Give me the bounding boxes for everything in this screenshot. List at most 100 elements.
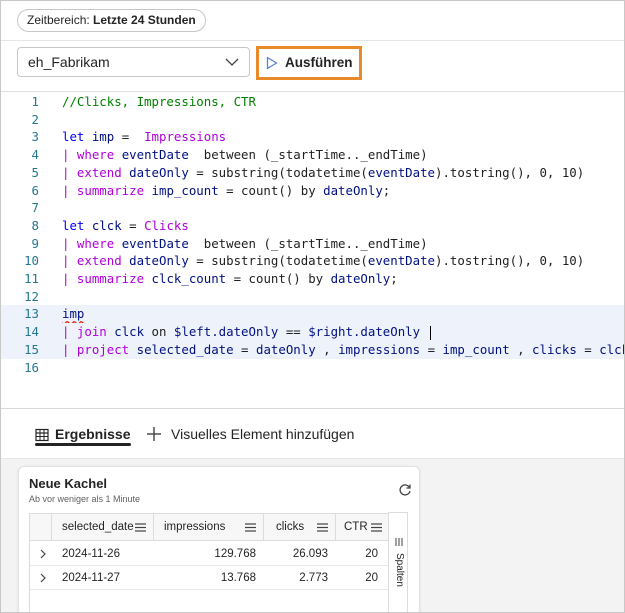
columns-icon bbox=[395, 538, 403, 546]
tile-subtitle: Ab vor weniger als 1 Minute bbox=[29, 494, 141, 504]
code-text: | summarize imp_count = count() by dateO… bbox=[62, 182, 390, 200]
code-token: Clicks bbox=[144, 217, 189, 233]
column-header-selected-date[interactable]: selected_date bbox=[52, 514, 154, 541]
code-token: = bbox=[233, 341, 256, 357]
table-row[interactable]: 2024-11-27 13.768 2.773 20 bbox=[30, 566, 388, 590]
code-line[interactable]: 8 let clck = Clicks bbox=[1, 217, 624, 235]
code-token: clck bbox=[91, 217, 122, 233]
code-text: let imp = Impressions bbox=[62, 128, 226, 146]
database-select[interactable]: eh_Fabrikam bbox=[17, 47, 250, 77]
column-header-ctr[interactable]: CTR bbox=[336, 514, 388, 541]
code-token: extend bbox=[76, 253, 130, 269]
code-token: = bbox=[420, 341, 443, 357]
code-token: eventDate bbox=[367, 253, 436, 269]
code-token: = bbox=[576, 341, 600, 357]
code-line[interactable]: 15 | project selected_date = dateOnly , i… bbox=[1, 340, 624, 359]
line-number: 6 bbox=[31, 182, 39, 198]
tab-results-label: Ergebnisse bbox=[55, 426, 131, 442]
code-token: clck_count bbox=[151, 271, 227, 286]
code-token: where bbox=[76, 235, 122, 251]
chevron-right-icon[interactable] bbox=[39, 573, 47, 583]
code-token: $right.dateOnly bbox=[308, 324, 421, 340]
column-header-label: CTR bbox=[344, 521, 368, 533]
code-token: join bbox=[76, 324, 115, 340]
line-number: 5 bbox=[31, 164, 39, 180]
table-row[interactable]: 2024-11-26 129.768 26.093 20 bbox=[30, 542, 388, 566]
grid-header-expander bbox=[30, 514, 52, 541]
code-text: imp bbox=[62, 305, 84, 323]
tab-add-visual-label: Visuelles Element hinzufügen bbox=[171, 426, 355, 442]
line-number: 2 bbox=[31, 111, 39, 127]
code-token: //Clicks, Impressions, CTR bbox=[62, 94, 256, 109]
code-token: extend bbox=[76, 164, 130, 180]
line-number: 4 bbox=[31, 147, 39, 163]
code-text: | where eventDate between (_startTime.._… bbox=[62, 146, 428, 164]
column-header-label: impressions bbox=[164, 521, 226, 533]
column-menu-icon[interactable] bbox=[245, 523, 256, 532]
code-line[interactable]: 5 | extend dateOnly = substring(todatetim… bbox=[1, 164, 624, 182]
column-menu-icon[interactable] bbox=[371, 523, 382, 532]
code-line[interactable]: 7 bbox=[1, 199, 624, 217]
code-token: , bbox=[315, 341, 339, 357]
results-header: Ergebnisse Visuelles Element hinzufügen bbox=[1, 411, 624, 459]
code-token: impressions bbox=[338, 341, 421, 357]
code-line[interactable]: 16 bbox=[1, 359, 624, 377]
code-line[interactable]: 14 | join clck on $left.dateOnly == $righ… bbox=[1, 323, 624, 342]
code-line[interactable]: 12 bbox=[1, 288, 624, 306]
code-text: | extend dateOnly = substring(todatetime… bbox=[62, 252, 584, 270]
code-line[interactable]: 4 | where eventDate between (_startTime..… bbox=[1, 146, 624, 164]
table-cell: 20 bbox=[365, 572, 378, 584]
table-cell: 13.768 bbox=[220, 572, 256, 584]
refresh-icon[interactable] bbox=[398, 483, 412, 497]
code-text: | summarize clck_count = count() by date… bbox=[62, 270, 398, 288]
table-cell: 26.093 bbox=[292, 548, 328, 560]
code-token: | bbox=[62, 147, 77, 163]
code-token: , bbox=[509, 341, 533, 357]
chevron-right-icon[interactable] bbox=[39, 549, 47, 559]
code-token: dateOnly bbox=[255, 341, 316, 357]
column-menu-icon[interactable] bbox=[135, 523, 146, 532]
time-range-pill[interactable]: Zeitbereich: Letzte 24 Stunden bbox=[17, 9, 206, 32]
table-cell: 129.768 bbox=[214, 548, 256, 560]
code-text: let clck = Clicks bbox=[62, 217, 189, 235]
code-token: $left.dateOnly bbox=[173, 324, 279, 340]
code-token: summarize bbox=[76, 182, 152, 198]
line-number: 7 bbox=[31, 200, 39, 216]
result-tile: Neue Kachel Ab vor weniger als 1 Minute … bbox=[18, 466, 420, 612]
code-line[interactable]: 10 | extend dateOnly = substring(todateti… bbox=[1, 252, 624, 270]
column-menu-icon[interactable] bbox=[317, 523, 328, 532]
code-line[interactable]: 3 let imp = Impressions bbox=[1, 128, 624, 146]
columns-panel-toggle[interactable]: Spalten bbox=[388, 512, 408, 612]
code-token: dateOnly bbox=[129, 253, 189, 269]
time-range-label: Zeitbereich: bbox=[27, 13, 94, 27]
time-range-bar: Zeitbereich: Letzte 24 Stunden bbox=[1, 1, 624, 41]
text-cursor bbox=[429, 325, 431, 340]
code-line[interactable]: 2 bbox=[1, 111, 624, 129]
grid-header: selected_date impressions clicks CTR bbox=[30, 514, 388, 541]
run-button[interactable]: Ausführen bbox=[261, 51, 357, 75]
code-line[interactable]: 13 imp bbox=[1, 305, 624, 324]
code-token: eventDate bbox=[121, 235, 189, 251]
code-token: (_startTime.._endTime) bbox=[263, 235, 428, 251]
code-token: dateOnly bbox=[323, 182, 383, 198]
column-header-impressions[interactable]: impressions bbox=[154, 514, 264, 541]
code-token: imp bbox=[91, 129, 115, 145]
app-frame: Zeitbereich: Letzte 24 Stunden eh_Fabrik… bbox=[0, 0, 625, 613]
line-number: 3 bbox=[31, 129, 39, 145]
code-line[interactable]: 9 | where eventDate between (_startTime..… bbox=[1, 235, 624, 253]
table-cell: 2024-11-26 bbox=[62, 548, 120, 560]
code-token: project bbox=[76, 341, 137, 357]
query-editor[interactable]: 1 //Clicks, Impressions, CTR 2 3 let imp = I… bbox=[1, 91, 624, 409]
column-header-clicks[interactable]: clicks bbox=[264, 514, 336, 541]
code-token: let bbox=[62, 129, 92, 145]
code-line[interactable]: 11 | summarize clck_count = count() by da… bbox=[1, 270, 624, 288]
code-line[interactable]: 1 //Clicks, Impressions, CTR bbox=[1, 93, 624, 111]
code-token: imp_count bbox=[151, 182, 219, 198]
code-token: ).tostring(), 0, 10) bbox=[435, 164, 585, 180]
tile-title: Neue Kachel bbox=[29, 476, 108, 491]
line-number: 16 bbox=[24, 359, 39, 375]
code-line[interactable]: 6 | summarize imp_count = count() by date… bbox=[1, 182, 624, 200]
code-token: dateOnly bbox=[330, 271, 391, 286]
code-token: where bbox=[76, 147, 122, 163]
